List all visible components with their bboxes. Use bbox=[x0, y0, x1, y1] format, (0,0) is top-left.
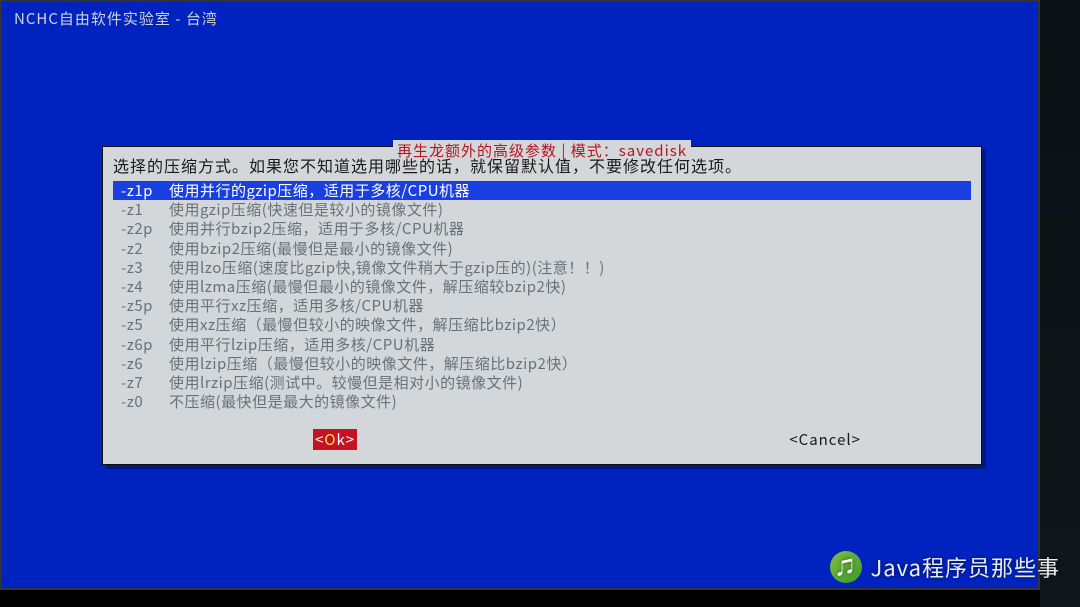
option-flag: -z5 bbox=[113, 315, 169, 334]
option-flag: -z6 bbox=[113, 354, 169, 373]
option-flag: -z7 bbox=[113, 373, 169, 392]
option-z6[interactable]: -z6使用lzip压缩（最慢但较小的映像文件，解压缩比bzip2快） bbox=[113, 354, 971, 373]
option-z5[interactable]: -z5使用xz压缩（最慢但较小的映像文件，解压缩比bzip2快） bbox=[113, 315, 971, 334]
option-flag: -z2 bbox=[113, 239, 169, 258]
option-flag: -z4 bbox=[113, 277, 169, 296]
option-z0[interactable]: -z0不压缩(最快但是最大的镜像文件) bbox=[113, 392, 971, 411]
option-z2p[interactable]: -z2p使用并行bzip2压缩，适用于多核/CPU机器 bbox=[113, 219, 971, 238]
page-header: NCHC自由软件实验室 - 台湾 bbox=[2, 2, 1038, 35]
option-z5p[interactable]: -z5p使用平行xz压缩，适用多核/CPU机器 bbox=[113, 296, 971, 315]
option-desc: 使用bzip2压缩(最慢但是最小的镜像文件) bbox=[169, 239, 971, 258]
wechat-icon-glyph: ♫ bbox=[837, 554, 856, 580]
option-desc: 使用lzip压缩（最慢但较小的映像文件，解压缩比bzip2快） bbox=[169, 354, 971, 373]
option-desc: 使用平行xz压缩，适用多核/CPU机器 bbox=[169, 296, 971, 315]
option-flag: -z0 bbox=[113, 392, 169, 411]
monitor-bezel bbox=[1040, 0, 1080, 607]
watermark-text: Java程序员那些事 bbox=[870, 551, 1060, 583]
ok-button[interactable]: <Ok> bbox=[313, 429, 357, 450]
compression-dialog: 再生龙额外的高级参数 | 模式：savedisk 选择的压缩方式。如果您不知道选… bbox=[102, 146, 982, 465]
option-z6p[interactable]: -z6p使用平行lzip压缩，适用多核/CPU机器 bbox=[113, 335, 971, 354]
option-desc: 使用并行的gzip压缩，适用于多核/CPU机器 bbox=[169, 181, 971, 200]
dialog-title-wrap: 再生龙额外的高级参数 | 模式：savedisk bbox=[103, 137, 981, 147]
option-flag: -z1p bbox=[113, 181, 169, 200]
option-z7[interactable]: -z7使用lrzip压缩(测试中。较慢但是相对小的镜像文件) bbox=[113, 373, 971, 392]
option-flag: -z3 bbox=[113, 258, 169, 277]
option-z3[interactable]: -z3使用lzo压缩(速度比gzip快,镜像文件稍大于gzip压的)(注意！！) bbox=[113, 258, 971, 277]
option-z1p[interactable]: -z1p使用并行的gzip压缩，适用于多核/CPU机器 bbox=[113, 181, 971, 200]
option-desc: 不压缩(最快但是最大的镜像文件) bbox=[169, 392, 971, 411]
wechat-icon: ♫ bbox=[830, 551, 862, 583]
cancel-button[interactable]: <Cancel> bbox=[789, 429, 861, 450]
option-flag: -z6p bbox=[113, 335, 169, 354]
option-z4[interactable]: -z4使用lzma压缩(最慢但最小的镜像文件，解压缩较bzip2快) bbox=[113, 277, 971, 296]
option-z2[interactable]: -z2使用bzip2压缩(最慢但是最小的镜像文件) bbox=[113, 239, 971, 258]
terminal-screen: NCHC自由软件实验室 - 台湾 再生龙额外的高级参数 | 模式：savedis… bbox=[0, 0, 1040, 590]
option-desc: 使用平行lzip压缩，适用多核/CPU机器 bbox=[169, 335, 971, 354]
option-desc: 使用并行bzip2压缩，适用于多核/CPU机器 bbox=[169, 219, 971, 238]
option-flag: -z2p bbox=[113, 219, 169, 238]
option-flag: -z1 bbox=[113, 200, 169, 219]
option-flag: -z5p bbox=[113, 296, 169, 315]
option-desc: 使用gzip压缩(快速但是较小的镜像文件) bbox=[169, 200, 971, 219]
header-title: NCHC自由软件实验室 - 台湾 bbox=[14, 8, 218, 29]
option-desc: 使用lrzip压缩(测试中。较慢但是相对小的镜像文件) bbox=[169, 373, 971, 392]
option-z1[interactable]: -z1使用gzip压缩(快速但是较小的镜像文件) bbox=[113, 200, 971, 219]
option-desc: 使用xz压缩（最慢但较小的映像文件，解压缩比bzip2快） bbox=[169, 315, 971, 334]
option-desc: 使用lzo压缩(速度比gzip快,镜像文件稍大于gzip压的)(注意！！) bbox=[169, 258, 971, 277]
dialog-buttons: <Ok> <Cancel> bbox=[103, 419, 981, 464]
options-list[interactable]: -z1p使用并行的gzip压缩，适用于多核/CPU机器-z1使用gzip压缩(快… bbox=[103, 179, 981, 419]
option-desc: 使用lzma压缩(最慢但最小的镜像文件，解压缩较bzip2快) bbox=[169, 277, 971, 296]
watermark: ♫ Java程序员那些事 bbox=[830, 551, 1060, 583]
